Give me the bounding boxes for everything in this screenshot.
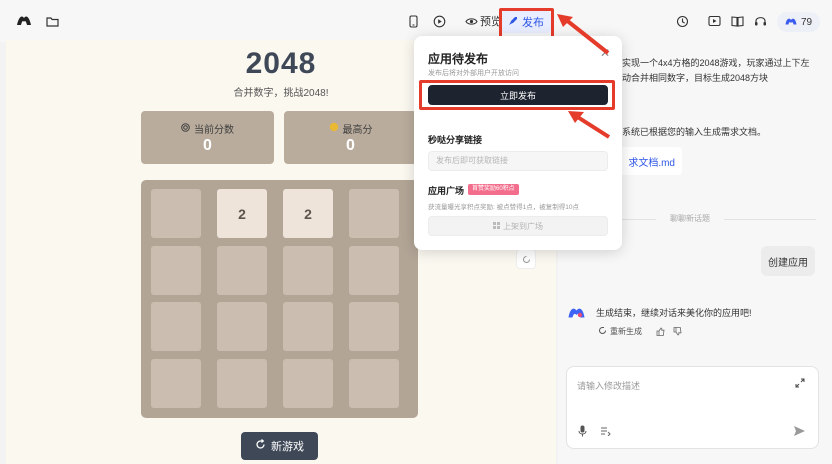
reward-badge: 首赞奖励60积点	[468, 184, 519, 195]
chat-input-placeholder: 请输入修改描述	[577, 381, 641, 391]
user-message-bubble: 创建应用	[761, 246, 815, 276]
tile: 2	[283, 189, 333, 238]
thumbs-up-icon[interactable]	[655, 326, 665, 336]
points-badge[interactable]: 79	[777, 12, 821, 32]
best-score-label: 最高分	[342, 125, 373, 136]
history-icon[interactable]	[675, 14, 689, 28]
trophy-icon	[329, 122, 339, 135]
tile: 2	[217, 189, 267, 238]
chat-intro-line1: 实现一个4x4方格的2048游戏，玩家通过上下左	[622, 58, 810, 68]
tile	[151, 189, 201, 238]
game-board[interactable]: 2 2	[141, 180, 418, 418]
grid-icon	[493, 221, 500, 231]
current-score-card: 当前分数 0	[141, 111, 274, 164]
assistant-avatar-icon	[568, 305, 585, 318]
prompt-template-icon[interactable]	[599, 425, 611, 437]
play-circle-icon[interactable]	[432, 14, 446, 28]
restart-icon	[255, 439, 266, 453]
tile	[217, 246, 267, 295]
tile	[349, 246, 399, 295]
requirements-doc-chip[interactable]: 求文档.md	[620, 147, 682, 175]
popup-title: 应用待发布	[428, 52, 489, 66]
points-value: 79	[801, 16, 813, 28]
share-link-heading: 秒哒分享链接	[428, 135, 483, 145]
regenerate-label: 重新生成	[610, 327, 642, 336]
market-rule-text: 获流量曝光享积点奖励: 被点赞得1点，被复制得10点	[428, 204, 579, 211]
chat-intro-line2: 动合并相同数字，目标生成2048方块	[622, 73, 769, 83]
points-icon	[785, 17, 797, 28]
thumbs-down-icon[interactable]	[672, 326, 682, 336]
mobile-view-icon[interactable]	[407, 14, 419, 28]
app-logo-icon[interactable]	[16, 13, 32, 27]
folder-icon[interactable]	[45, 14, 59, 28]
tile	[283, 359, 333, 408]
annotation-highlight-publish-now	[419, 80, 615, 110]
popup-description: 发布后将对外部用户开放访问	[428, 70, 519, 77]
annotation-arrow-bottom	[568, 111, 611, 139]
expand-icon[interactable]	[794, 377, 805, 388]
divider-line-right	[724, 219, 816, 220]
regenerate-button[interactable]: 重新生成	[598, 326, 642, 337]
tile	[349, 359, 399, 408]
send-icon[interactable]	[793, 424, 806, 437]
annotation-arrow-top	[557, 14, 610, 55]
new-game-label: 新游戏	[271, 441, 304, 453]
new-game-button[interactable]: 新游戏	[241, 432, 318, 460]
tile	[217, 359, 267, 408]
annotation-highlight-publish	[499, 8, 554, 39]
list-on-market-button[interactable]: 上架到广场	[428, 216, 608, 236]
preview-eye-icon[interactable]	[464, 15, 478, 27]
best-score-card: 最高分 0	[284, 111, 417, 164]
publish-popup: 应用待发布 发布后将对外部用户开放访问 ✕ 立即发布 秒哒分享链接 发布后即可获…	[414, 36, 622, 250]
top-bar: 预览 发布 79	[0, 0, 832, 42]
share-link-field[interactable]: 发布后即可获取链接	[428, 151, 608, 171]
headset-icon[interactable]	[753, 14, 767, 28]
tile	[283, 246, 333, 295]
current-score-value: 0	[203, 137, 212, 154]
video-icon[interactable]	[707, 14, 721, 28]
tile	[217, 302, 267, 351]
refresh-preview-icon[interactable]	[516, 249, 536, 269]
tile	[349, 189, 399, 238]
book-icon[interactable]	[730, 14, 744, 28]
current-score-label: 当前分数	[194, 125, 234, 136]
tile	[283, 302, 333, 351]
microphone-icon[interactable]	[577, 424, 588, 437]
market-heading: 应用广场	[428, 186, 465, 196]
best-score-value: 0	[346, 137, 355, 154]
target-icon	[181, 122, 190, 135]
tile	[151, 359, 201, 408]
chat-doc-message: 系统已根据您的输入生成需求文档。	[622, 127, 767, 137]
list-on-market-label: 上架到广场	[503, 221, 543, 231]
tile	[151, 302, 201, 351]
tile	[349, 302, 399, 351]
assistant-message: 生成结束，继续对话来美化你的应用吧!	[596, 308, 752, 318]
regenerate-icon	[598, 326, 607, 337]
tile	[151, 246, 201, 295]
